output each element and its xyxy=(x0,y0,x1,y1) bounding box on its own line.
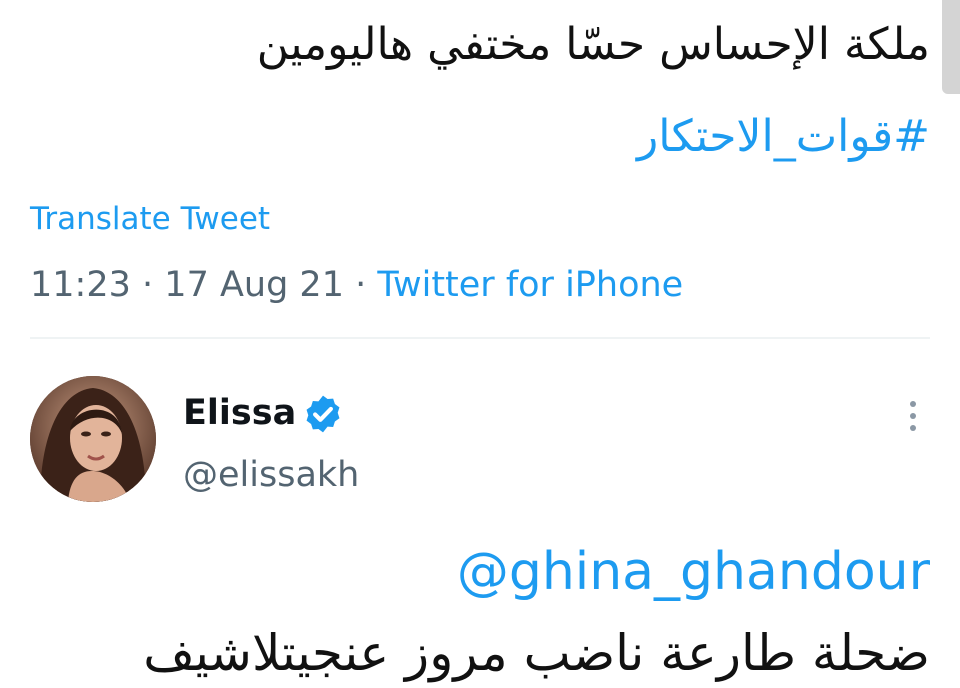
translate-tweet-link[interactable]: Translate Tweet xyxy=(30,196,270,242)
mention-link[interactable]: @ghina_ghandour xyxy=(457,534,930,610)
scrollbar[interactable] xyxy=(942,0,960,94)
meta-separator: · xyxy=(355,265,367,305)
tweet-time[interactable]: 11:23 xyxy=(30,265,131,305)
tweet-text: ملكة الإحساس حسّا مختفي هاليومين xyxy=(256,19,930,70)
hashtag-link[interactable]: #قوات_الاحتكار xyxy=(637,104,930,170)
meta-separator: · xyxy=(142,265,154,305)
tweet-source-link[interactable]: Twitter for iPhone xyxy=(377,265,683,305)
more-vertical-icon[interactable] xyxy=(896,398,930,434)
reply-tweet-text: ضحلة طارعة ناضب مروز عنجيتلاشيف xyxy=(143,624,930,682)
divider xyxy=(30,337,930,339)
avatar[interactable] xyxy=(30,376,156,502)
verified-badge-icon xyxy=(306,395,340,433)
tweet-meta: 11:23 · 17 Aug 21 · Twitter for iPhone xyxy=(30,260,683,310)
user-handle[interactable]: @elissakh xyxy=(183,450,359,500)
display-name[interactable]: Elissa xyxy=(183,388,296,438)
tweet-date[interactable]: 17 Aug 21 xyxy=(164,265,344,305)
avatar-image xyxy=(30,376,156,502)
